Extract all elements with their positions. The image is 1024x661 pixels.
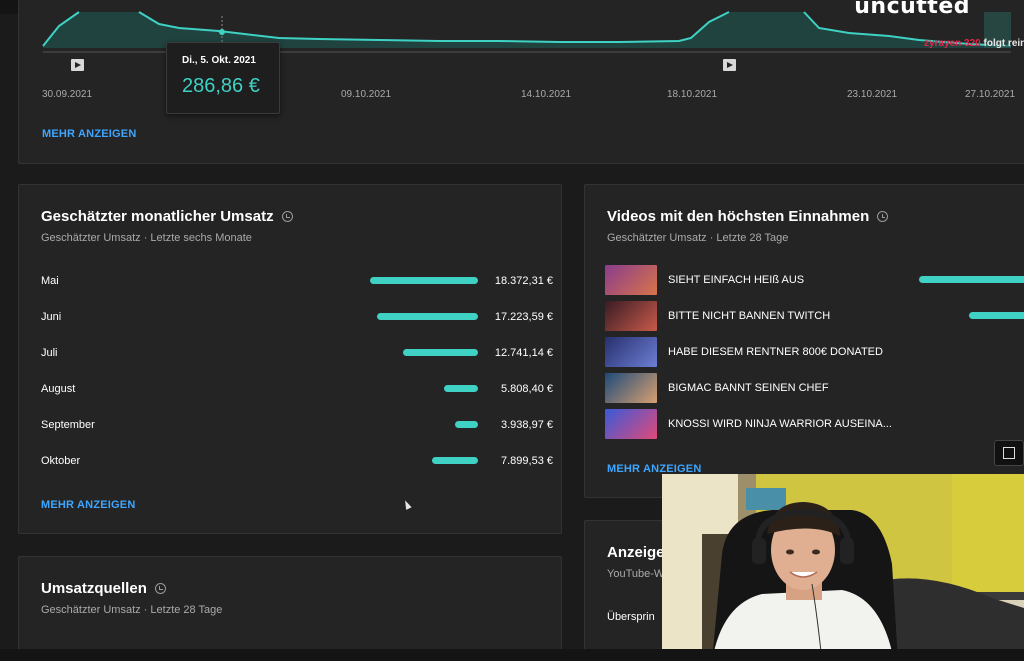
video-thumbnail[interactable] [605,301,657,331]
card-title: Videos mit den höchsten Einnahmen [607,208,889,225]
video-thumbnail[interactable] [605,409,657,439]
show-more-link[interactable]: MEHR ANZEIGEN [42,128,136,140]
alert-amount: 320 [964,38,981,49]
card-title: Anzeige [607,544,665,561]
month-label: August [41,383,76,395]
show-more-link[interactable]: MEHR ANZEIGEN [41,499,135,511]
revenue-sources-card: Umsatzquellen Geschätzter Umsatz · Letzt… [18,556,562,661]
alert-username: zyrayen [924,38,962,49]
month-label: Juli [41,347,58,359]
revenue-value: 5.808,40 € [501,383,553,395]
month-label: September [41,419,95,431]
alert-message: folgt rein [983,38,1024,49]
month-label: Mai [41,275,59,287]
picture-in-picture-button[interactable] [994,440,1024,466]
ad-type-label: Übersprin [607,611,655,623]
monthly-revenue-row[interactable]: Oktober 7.899,53 € [41,453,553,469]
monthly-revenue-row[interactable]: Juli 12.741,14 € [41,345,553,361]
video-thumbnail[interactable] [605,337,657,367]
x-tick-label: 14.10.2021 [521,89,572,100]
top-video-row[interactable]: HABE DIESEM RENTNER 800€ DONATED [605,337,1024,369]
clock-info-icon[interactable] [877,211,889,222]
card-title: Umsatzquellen [41,580,166,597]
monthly-revenue-row[interactable]: Mai 18.372,31 € [41,273,553,289]
card-subtitle: Geschätzter Umsatz · Letzte sechs Monate [41,232,252,244]
monthly-revenue-row[interactable]: September 3.938,97 € [41,417,553,433]
tooltip-value: 286,86 € [182,75,260,97]
top-video-row[interactable]: BITTE NICHT BANNEN TWITCH [605,301,1024,333]
top-video-row[interactable]: BIGMAC BANNT SEINEN CHEF [605,373,1024,405]
card-title-text: Anzeige [607,544,665,561]
video-revenue-bar [919,276,1024,283]
card-title-text: Videos mit den höchsten Einnahmen [607,208,870,225]
video-title[interactable]: SIEHT EINFACH HEIß AUS [668,274,804,286]
revenue-value: 12.741,14 € [494,347,553,359]
video-thumbnail[interactable] [605,373,657,403]
x-tick-label: 09.10.2021 [341,89,392,100]
video-title[interactable]: BIGMAC BANNT SEINEN CHEF [668,382,829,394]
clock-info-icon[interactable] [281,211,293,222]
video-revenue-bar [969,312,1024,319]
revenue-value: 7.899,53 € [501,455,553,467]
card-subtitle: Geschätzter Umsatz · Letzte 28 Tage [607,232,789,244]
webcam-image [662,474,1024,661]
month-label: Oktober [41,455,81,467]
monthly-revenue-row[interactable]: Juni 17.223,59 € [41,309,553,325]
video-thumbnail[interactable] [605,265,657,295]
video-title[interactable]: BITTE NICHT BANNEN TWITCH [668,310,830,322]
monthly-revenue-card: Geschätzter monatlicher Umsatz Geschätzt… [18,184,562,534]
card-title-text: Umsatzquellen [41,580,147,597]
tooltip-date: Di., 5. Okt. 2021 [182,55,256,66]
card-title-text: Geschätzter monatlicher Umsatz [41,208,274,225]
top-videos-card: Videos mit den höchsten Einnahmen Geschä… [584,184,1024,498]
revenue-value: 17.223,59 € [494,311,553,323]
hover-point [219,29,225,35]
clock-info-icon[interactable] [154,583,166,594]
month-label: Juni [41,311,62,323]
stream-logo: uncutted [854,0,970,19]
card-subtitle: Geschätzter Umsatz · Letzte 28 Tage [41,604,223,616]
top-video-row[interactable]: KNOSSI WIRD NINJA WARRIOR AUSEINA... [605,409,1024,441]
monthly-revenue-row[interactable]: August 5.808,40 € [41,381,553,397]
revenue-value: 3.938,97 € [501,419,553,431]
video-title[interactable]: HABE DIESEM RENTNER 800€ DONATED [668,346,883,358]
webcam-overlay [662,474,1024,661]
x-tick-label: 27.10.2021 [965,89,1016,100]
chart-tooltip: Di., 5. Okt. 2021 286,86 € [166,42,280,114]
video-title[interactable]: KNOSSI WIRD NINJA WARRIOR AUSEINA... [668,418,892,430]
x-tick-label: 30.09.2021 [42,89,93,100]
top-video-row[interactable]: SIEHT EINFACH HEIß AUS [605,265,1024,297]
x-tick-label: 18.10.2021 [667,89,718,100]
stream-alert-overlay: zyrayen 320 folgt rein [924,38,1024,49]
app-bottom-bar [0,649,1024,661]
card-subtitle: YouTube-W [607,568,665,580]
video-marker-icon[interactable] [71,59,84,71]
card-title: Geschätzter monatlicher Umsatz [41,208,293,225]
revenue-value: 18.372,31 € [494,275,553,287]
video-marker-icon[interactable] [723,59,736,71]
x-tick-label: 23.10.2021 [847,89,898,100]
